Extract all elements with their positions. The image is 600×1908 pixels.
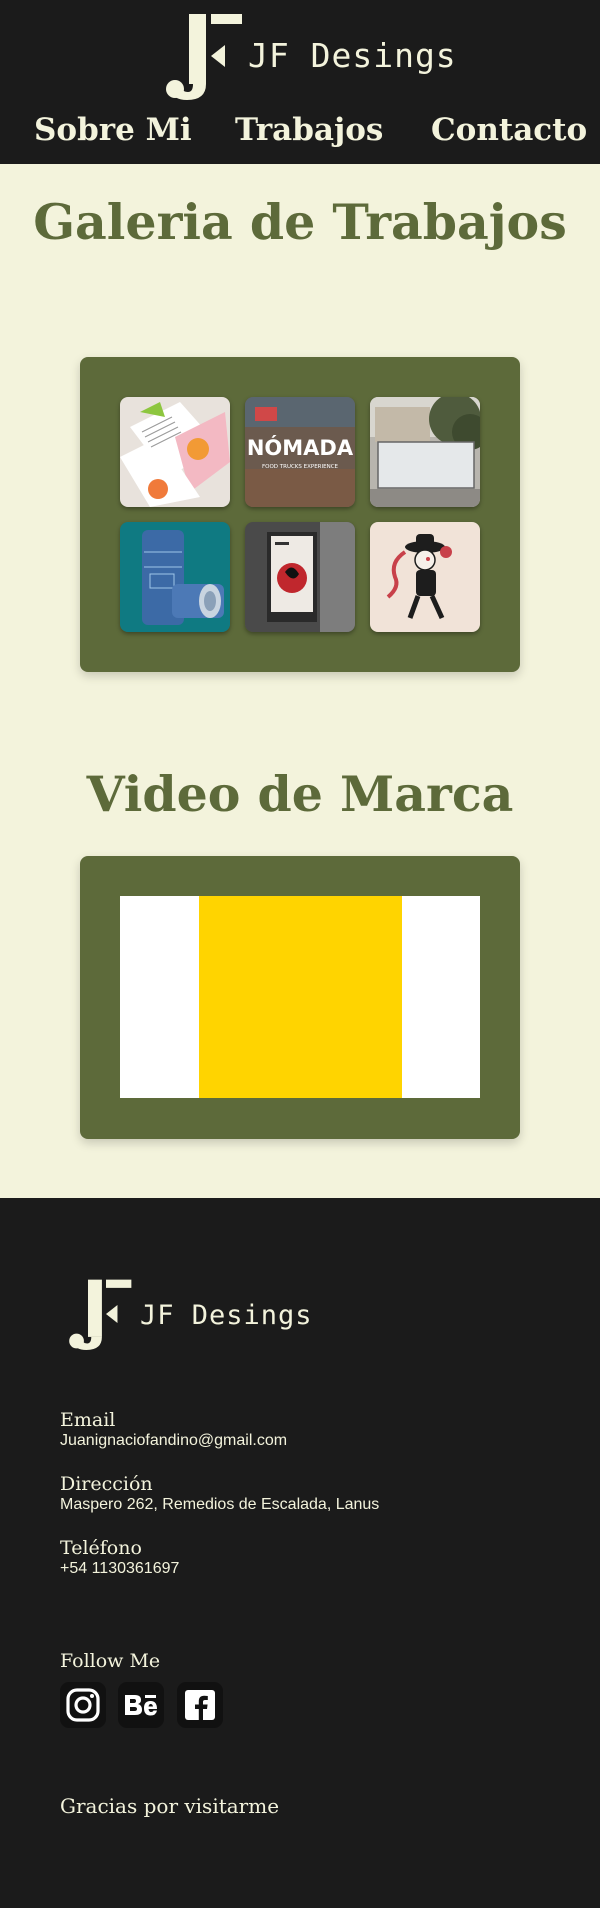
svg-text:NÓMADA: NÓMADA [247, 435, 354, 460]
gallery-panel: NÓMADA FOOD TRUCKS EXPERIENCE [80, 357, 520, 672]
jf-logo-icon[interactable] [155, 12, 245, 100]
facebook-icon[interactable] [177, 1682, 223, 1728]
phone-value[interactable]: +54 1130361697 [60, 1559, 179, 1579]
gallery-item-bus-stop[interactable] [370, 397, 480, 507]
brand-name: JF Desings [248, 36, 457, 75]
video-panel [80, 856, 520, 1139]
instagram-icon[interactable] [60, 1682, 106, 1728]
address-value: Maspero 262, Remedios de Escalada, Lanus [60, 1496, 380, 1513]
behance-icon[interactable] [118, 1682, 164, 1728]
footer-brand-name: JF Desings [140, 1300, 313, 1331]
video-frame [199, 896, 402, 1098]
email-value[interactable]: Juanignaciofandino@gmail.com [60, 1431, 287, 1451]
phone-label: Teléfono [60, 1537, 142, 1559]
address-label: Dirección [60, 1473, 153, 1495]
brand-video-player[interactable] [120, 896, 480, 1098]
video-title: Video de Marca [86, 765, 514, 823]
site-footer: JF Desings Email Juanignaciofandino@gmai… [0, 1198, 600, 1908]
nav-link-contacto[interactable]: Contacto [431, 108, 587, 152]
site-header: JF Desings Sobre Mi Trabajos Contacto [0, 0, 600, 164]
gallery-item-character[interactable] [370, 522, 480, 632]
nav-link-trabajos[interactable]: Trabajos [235, 108, 383, 152]
gallery-item-cans[interactable] [120, 522, 230, 632]
email-label: Email [60, 1409, 116, 1431]
jf-logo-icon[interactable] [60, 1278, 134, 1350]
gallery-title: Galeria de Trabajos [33, 193, 567, 251]
gallery-item-editorial[interactable] [120, 397, 230, 507]
thanks-message: Gracias por visitarme [60, 1794, 280, 1818]
gallery-item-poster[interactable] [245, 522, 355, 632]
nav-link-sobre-mi[interactable]: Sobre Mi [34, 108, 192, 152]
svg-text:FOOD TRUCKS EXPERIENCE: FOOD TRUCKS EXPERIENCE [262, 464, 339, 470]
follow-me-label: Follow Me [60, 1650, 161, 1672]
gallery-item-nomada[interactable]: NÓMADA FOOD TRUCKS EXPERIENCE [245, 397, 355, 507]
